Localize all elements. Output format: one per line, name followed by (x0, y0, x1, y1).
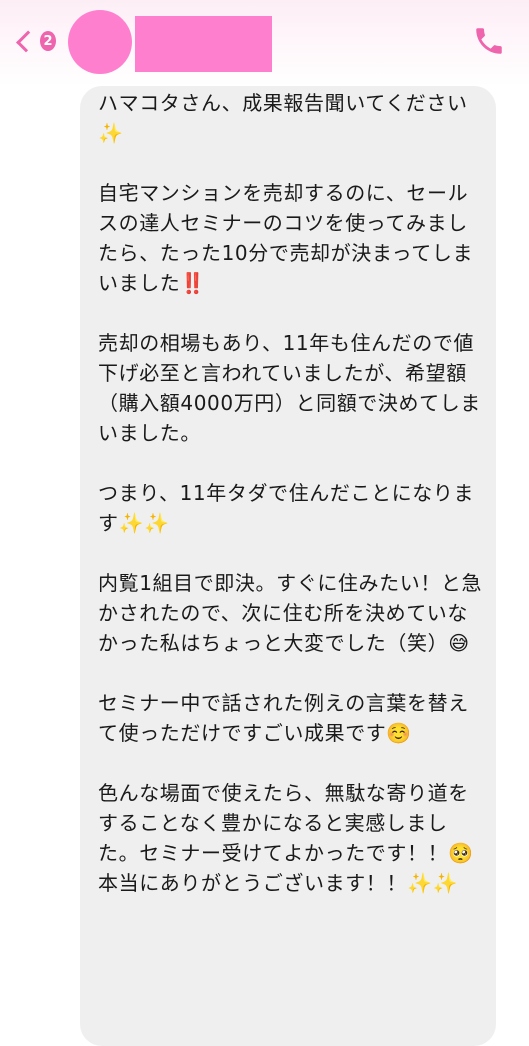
message-paragraph: 売却の相場もあり、11年も住んだので値下げ必至と言われていましたが、希望額（購入… (98, 331, 481, 445)
chat-header: 2 (0, 0, 529, 86)
contact-name-redacted (135, 16, 272, 72)
message-paragraph: 色んな場面で使えたら、無駄な寄り道をすることなく豊かになると実感しました。セミナ… (98, 781, 474, 865)
chevron-left-icon (16, 29, 39, 53)
message-paragraph: セミナー中で話された例えの言葉を替えて使っただけですごい成果です☺️ (98, 691, 469, 745)
back-button[interactable]: 2 (12, 26, 56, 56)
message-paragraph: つまり、11年タダで住んだことになります✨✨ (98, 481, 475, 535)
message-text: ハマコタさん、成果報告聞いてください✨ 自宅マンションを売却するのに、セールスの… (98, 88, 486, 898)
phone-icon (476, 28, 502, 54)
message-paragraph: 内覧1組目で即決。すぐに住みたい！と急かされたので、次に住む所を決めていなかった… (98, 571, 483, 655)
message-paragraph: 自宅マンションを売却するのに、セールスの達人セミナーのコツを使ってみましたら、た… (98, 181, 474, 295)
message-paragraph: 本当にありがとうございます！！✨✨ (98, 871, 459, 895)
avatar[interactable] (68, 10, 132, 74)
message-paragraph: ハマコタさん、成果報告聞いてください✨ (98, 91, 468, 145)
phone-call-button[interactable] (472, 24, 506, 58)
unread-badge: 2 (40, 31, 56, 51)
